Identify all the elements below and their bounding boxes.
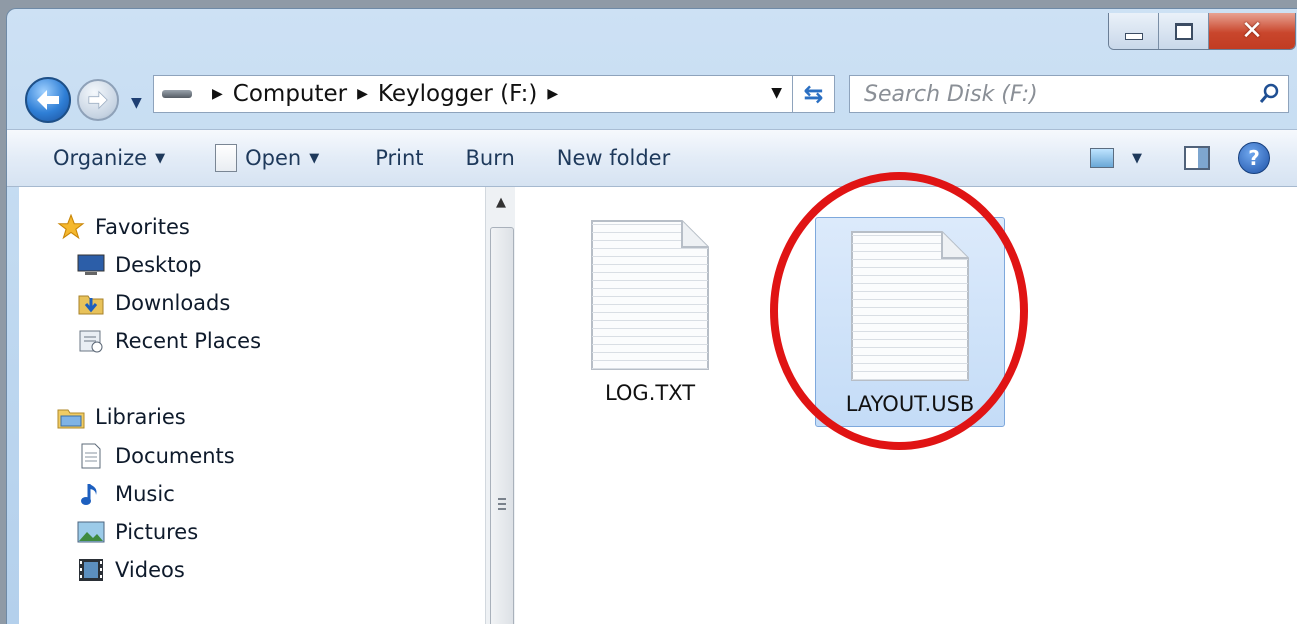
grip-icon [498, 498, 506, 512]
maximize-button[interactable] [1159, 13, 1209, 49]
organize-button[interactable]: Organize ▼ [39, 138, 179, 178]
open-label: Open [245, 146, 302, 170]
recent-places-icon [77, 329, 105, 353]
nav-item-label: Music [115, 482, 175, 506]
nav-item-label: Documents [115, 444, 235, 468]
explorer-window: ✕ ▼ ▶ Computer ▶ Keylogger (F:) ▶ ▼ ⇆ Se… [6, 8, 1297, 624]
print-label: Print [375, 146, 424, 170]
nav-item-label: Desktop [115, 253, 202, 277]
libraries-icon [57, 405, 85, 429]
nav-item-documents[interactable]: Documents [77, 443, 235, 469]
refresh-icon: ⇆ [803, 80, 824, 108]
preview-pane-button[interactable] [1170, 138, 1224, 178]
breadcrumb-computer[interactable]: Computer [233, 81, 347, 107]
command-bar: Organize ▼ Open ▼ Print Burn New folder … [7, 129, 1297, 187]
nav-item-pictures[interactable]: Pictures [77, 520, 198, 544]
nav-pane-scrollbar[interactable]: ▲ [485, 187, 517, 624]
chevron-down-icon: ▼ [1132, 150, 1142, 166]
organize-label: Organize [53, 146, 148, 170]
burn-label: Burn [465, 146, 515, 170]
chevron-down-icon: ▼ [155, 150, 166, 166]
file-name: LAYOUT.USB [845, 392, 975, 416]
back-button[interactable] [25, 77, 71, 123]
text-file-icon [591, 220, 709, 370]
help-icon: ? [1238, 142, 1270, 174]
nav-item-videos[interactable]: Videos [77, 558, 185, 582]
nav-item-desktop[interactable]: Desktop [77, 253, 202, 277]
documents-icon [77, 443, 105, 469]
new-folder-label: New folder [556, 146, 671, 170]
file-name: LOG.TXT [604, 381, 696, 405]
document-icon [215, 144, 238, 172]
nav-item-music[interactable]: Music [77, 482, 175, 506]
desktop-icon [77, 253, 105, 277]
minimize-icon [1124, 32, 1143, 40]
address-history-dropdown[interactable]: ▼ [771, 85, 782, 101]
nav-libraries[interactable]: Libraries [57, 405, 186, 429]
generic-file-icon [851, 231, 969, 381]
address-bar[interactable]: ▶ Computer ▶ Keylogger (F:) ▶ ▼ [153, 75, 793, 113]
back-arrow-icon [37, 90, 59, 110]
pictures-icon [77, 520, 105, 544]
breadcrumb-separator[interactable]: ▶ [212, 86, 223, 102]
change-view-button[interactable]: ▼ [1076, 138, 1156, 178]
downloads-icon [77, 291, 105, 315]
nav-item-downloads[interactable]: Downloads [77, 291, 230, 315]
breadcrumb-separator[interactable]: ▶ [547, 86, 558, 102]
search-icon [1259, 83, 1279, 103]
nav-favorites[interactable]: Favorites [57, 214, 190, 240]
close-icon: ✕ [1241, 16, 1263, 46]
music-icon [77, 482, 105, 506]
close-button[interactable]: ✕ [1209, 13, 1295, 49]
nav-libraries-label: Libraries [95, 405, 186, 429]
search-box[interactable]: Search Disk (F:) [849, 75, 1289, 113]
nav-item-label: Pictures [115, 520, 199, 544]
breadcrumb-separator[interactable]: ▶ [357, 86, 368, 102]
burn-button[interactable]: Burn [452, 138, 529, 178]
drive-icon [162, 90, 192, 98]
file-item-log-txt[interactable]: LOG.TXT [555, 207, 745, 417]
new-folder-button[interactable]: New folder [543, 138, 684, 178]
forward-button[interactable] [77, 79, 119, 121]
nav-item-label: Downloads [115, 291, 231, 315]
help-button[interactable]: ? [1224, 138, 1284, 178]
caption-buttons: ✕ [1108, 13, 1296, 50]
refresh-button[interactable]: ⇆ [793, 75, 835, 113]
nav-item-recent-places[interactable]: Recent Places [77, 329, 261, 353]
scrollbar-thumb[interactable] [490, 227, 514, 624]
navigation-pane: Favorites Desktop Downloads Recent Place… [19, 187, 489, 624]
view-icon [1090, 148, 1114, 168]
nav-favorites-label: Favorites [95, 215, 190, 239]
minimize-button[interactable] [1109, 13, 1159, 49]
maximize-icon [1174, 22, 1193, 40]
preview-pane-icon [1184, 146, 1210, 170]
chevron-down-icon: ▼ [309, 150, 320, 166]
recent-pages-dropdown[interactable]: ▼ [131, 95, 142, 111]
nav-item-label: Videos [115, 558, 185, 582]
nav-item-label: Recent Places [115, 329, 262, 353]
file-item-layout-usb[interactable]: LAYOUT.USB [815, 217, 1005, 427]
videos-icon [77, 558, 105, 582]
open-button[interactable]: Open ▼ [201, 138, 333, 178]
file-list: LOG.TXT LAYOUT.USB [515, 187, 1297, 624]
search-input[interactable]: Search Disk (F:) [864, 82, 1258, 107]
scroll-up-arrow-icon[interactable]: ▲ [486, 187, 516, 217]
forward-arrow-icon [88, 90, 108, 110]
star-icon [57, 214, 85, 240]
print-button[interactable]: Print [361, 138, 437, 178]
breadcrumb-keylogger-drive[interactable]: Keylogger (F:) [378, 81, 537, 107]
